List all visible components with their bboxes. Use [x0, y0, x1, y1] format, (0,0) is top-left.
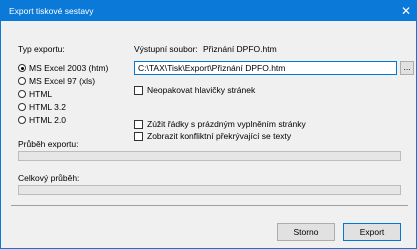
radio-html[interactable]: HTML: [18, 89, 52, 99]
checkbox-icon: [134, 85, 143, 95]
close-icon[interactable]: ✕: [395, 0, 417, 21]
output-path-input[interactable]: C:\TAX\Tisk\Export\Přiznání DPFO.htm: [134, 61, 397, 75]
radio-label: HTML: [29, 89, 53, 99]
window-title: Export tiskové sestavy: [9, 6, 94, 16]
total-progress-bar: [18, 185, 401, 195]
browse-button[interactable]: ...: [400, 61, 414, 75]
no-repeat-headers-checkbox[interactable]: Neopakovat hlavičky stránek: [134, 85, 255, 95]
title-bar: Export tiskové sestavy ✕: [0, 0, 417, 21]
separator: [11, 205, 408, 206]
radio-ms-excel-2003[interactable]: MS Excel 2003 (htm): [18, 63, 108, 73]
radio-icon: [18, 77, 26, 85]
export-progress-bar: [18, 151, 401, 161]
radio-label: MS Excel 97 (xls): [29, 76, 96, 86]
output-file-name: Přiznání DPFO.htm: [203, 44, 277, 54]
radio-icon: [18, 116, 26, 124]
export-progress-label: Průběh exportu:: [18, 139, 79, 149]
radio-html-3-2[interactable]: HTML 3.2: [18, 102, 66, 112]
checkbox-label: Neopakovat hlavičky stránek: [147, 85, 256, 95]
output-file-label: Výstupní soubor:: [134, 44, 198, 54]
checkbox-icon: [134, 131, 143, 141]
cancel-button[interactable]: Storno: [277, 223, 335, 241]
export-button[interactable]: Export: [343, 223, 401, 241]
checkbox-icon: [134, 119, 143, 129]
dialog-body: Typ exportu: MS Excel 2003 (htm) MS Exce…: [0, 21, 417, 249]
radio-icon: [18, 103, 26, 111]
shrink-rows-checkbox[interactable]: Zúžit řádky s prázdným vyplněním stránky: [134, 119, 306, 129]
radio-ms-excel-97[interactable]: MS Excel 97 (xls): [18, 76, 95, 86]
radio-html-2-0[interactable]: HTML 2.0: [18, 115, 66, 125]
radio-selected-icon: [18, 64, 26, 72]
radio-icon: [18, 90, 26, 98]
show-overlapping-checkbox[interactable]: Zobrazit konfliktní překrývající se text…: [134, 131, 291, 141]
radio-label: HTML 2.0: [29, 115, 67, 125]
total-progress-label: Celkový průběh:: [18, 173, 80, 183]
export-type-label: Typ exportu:: [18, 44, 65, 54]
radio-label: HTML 3.2: [29, 102, 67, 112]
checkbox-label: Zobrazit konfliktní překrývající se text…: [147, 131, 292, 141]
radio-label: MS Excel 2003 (htm): [29, 63, 109, 73]
checkbox-label: Zúžit řádky s prázdným vyplněním stránky: [147, 119, 306, 129]
